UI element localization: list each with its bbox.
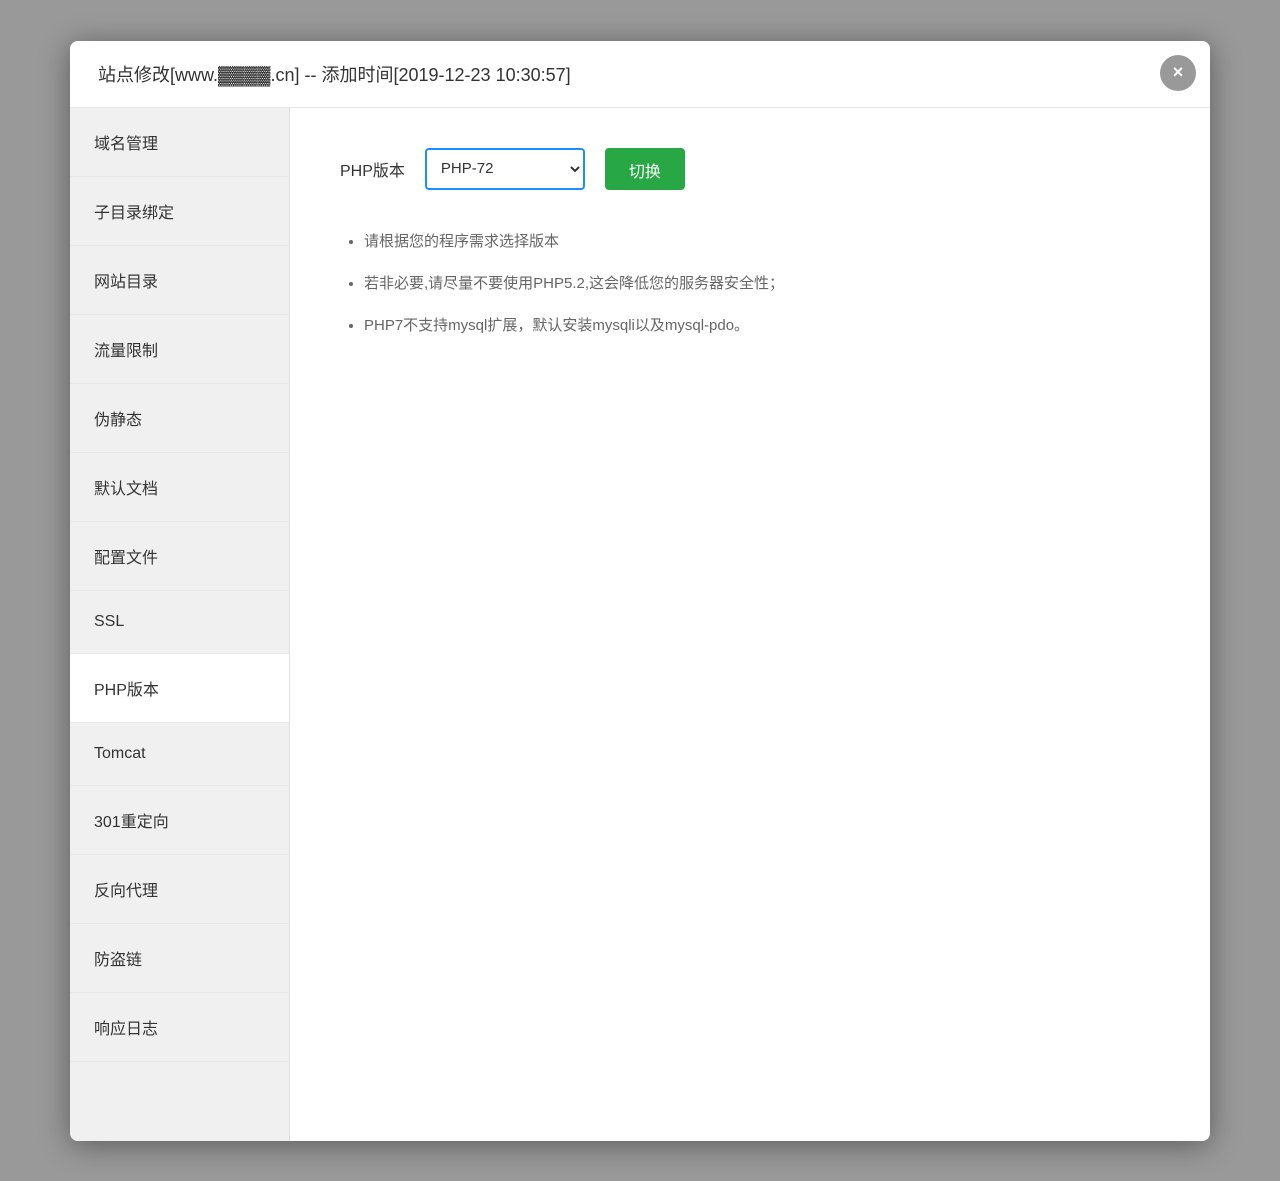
- content-area: PHP版本 PHP-52PHP-53PHP-54PHP-55PHP-56PHP-…: [290, 108, 1210, 1141]
- close-button[interactable]: ×: [1160, 55, 1196, 91]
- sidebar-item-redirect301[interactable]: 301重定向: [70, 786, 289, 855]
- info-note: PHP7不支持mysql扩展，默认安装mysqli以及mysql-pdo。: [364, 314, 1160, 338]
- modal-body: 域名管理子目录绑定网站目录流量限制伪静态默认文档配置文件SSLPHP版本Tomc…: [70, 108, 1210, 1141]
- sidebar-item-defaultdoc[interactable]: 默认文档: [70, 453, 289, 522]
- sidebar-item-subdir[interactable]: 子目录绑定: [70, 177, 289, 246]
- sidebar-item-accesslog[interactable]: 响应日志: [70, 993, 289, 1062]
- php-version-row: PHP版本 PHP-52PHP-53PHP-54PHP-55PHP-56PHP-…: [340, 148, 1160, 190]
- sidebar-item-ssl[interactable]: SSL: [70, 591, 289, 654]
- modal-container: 站点修改[www.▓▓▓▓.cn] -- 添加时间[2019-12-23 10:…: [70, 41, 1210, 1141]
- php-version-select[interactable]: PHP-52PHP-53PHP-54PHP-55PHP-56PHP-70PHP-…: [425, 148, 585, 190]
- sidebar-item-rewrite[interactable]: 伪静态: [70, 384, 289, 453]
- sidebar-item-webdir[interactable]: 网站目录: [70, 246, 289, 315]
- sidebar-item-domain[interactable]: 域名管理: [70, 108, 289, 177]
- switch-button[interactable]: 切换: [605, 148, 685, 190]
- sidebar: 域名管理子目录绑定网站目录流量限制伪静态默认文档配置文件SSLPHP版本Tomc…: [70, 108, 290, 1141]
- sidebar-item-traffic[interactable]: 流量限制: [70, 315, 289, 384]
- info-list: 请根据您的程序需求选择版本若非必要,请尽量不要使用PHP5.2,这会降低您的服务…: [340, 230, 1160, 338]
- sidebar-item-phpversion[interactable]: PHP版本: [70, 654, 289, 723]
- sidebar-item-hotlink[interactable]: 防盗链: [70, 924, 289, 993]
- modal-title: 站点修改[www.▓▓▓▓.cn] -- 添加时间[2019-12-23 10:…: [98, 61, 571, 87]
- php-version-label: PHP版本: [340, 157, 405, 181]
- sidebar-item-reverseproxy[interactable]: 反向代理: [70, 855, 289, 924]
- info-note: 请根据您的程序需求选择版本: [364, 230, 1160, 254]
- sidebar-item-tomcat[interactable]: Tomcat: [70, 723, 289, 786]
- sidebar-item-config[interactable]: 配置文件: [70, 522, 289, 591]
- modal-header: 站点修改[www.▓▓▓▓.cn] -- 添加时间[2019-12-23 10:…: [70, 41, 1210, 108]
- info-note: 若非必要,请尽量不要使用PHP5.2,这会降低您的服务器安全性；: [364, 272, 1160, 296]
